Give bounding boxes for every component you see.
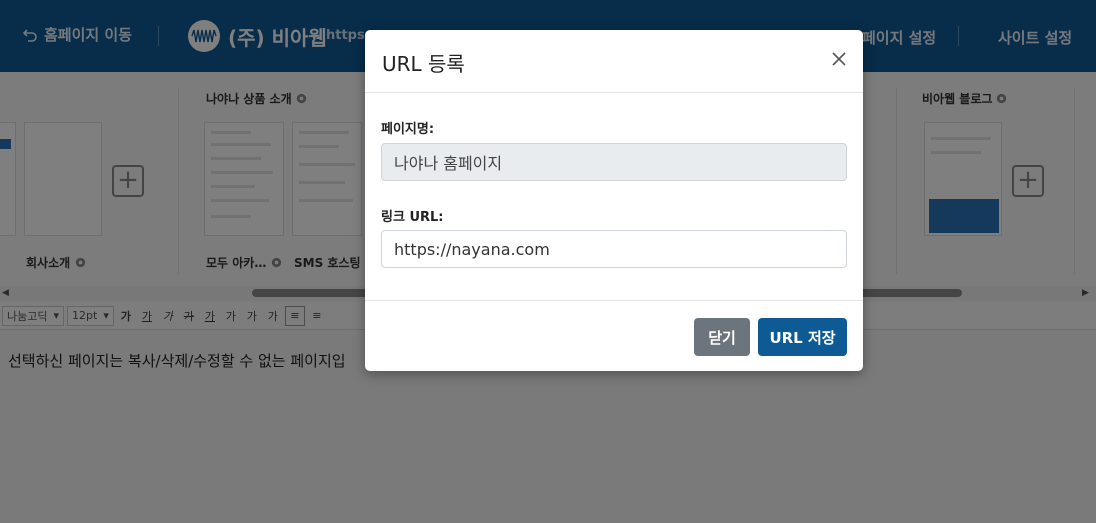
url-register-modal: URL 등록 페이지명: 링크 URL: 닫기 URL 저장 [365,30,863,371]
modal-title: URL 등록 [382,52,465,76]
modal-header: URL 등록 [365,30,863,93]
close-icon[interactable] [829,49,849,69]
link-url-label: 링크 URL: [381,210,444,225]
link-url-input[interactable] [381,230,847,268]
page-name-input[interactable] [381,143,847,181]
save-url-button[interactable]: URL 저장 [758,318,847,356]
page-name-label: 페이지명: [381,122,435,137]
close-button[interactable]: 닫기 [694,318,750,356]
modal-footer: 닫기 URL 저장 [365,300,863,371]
